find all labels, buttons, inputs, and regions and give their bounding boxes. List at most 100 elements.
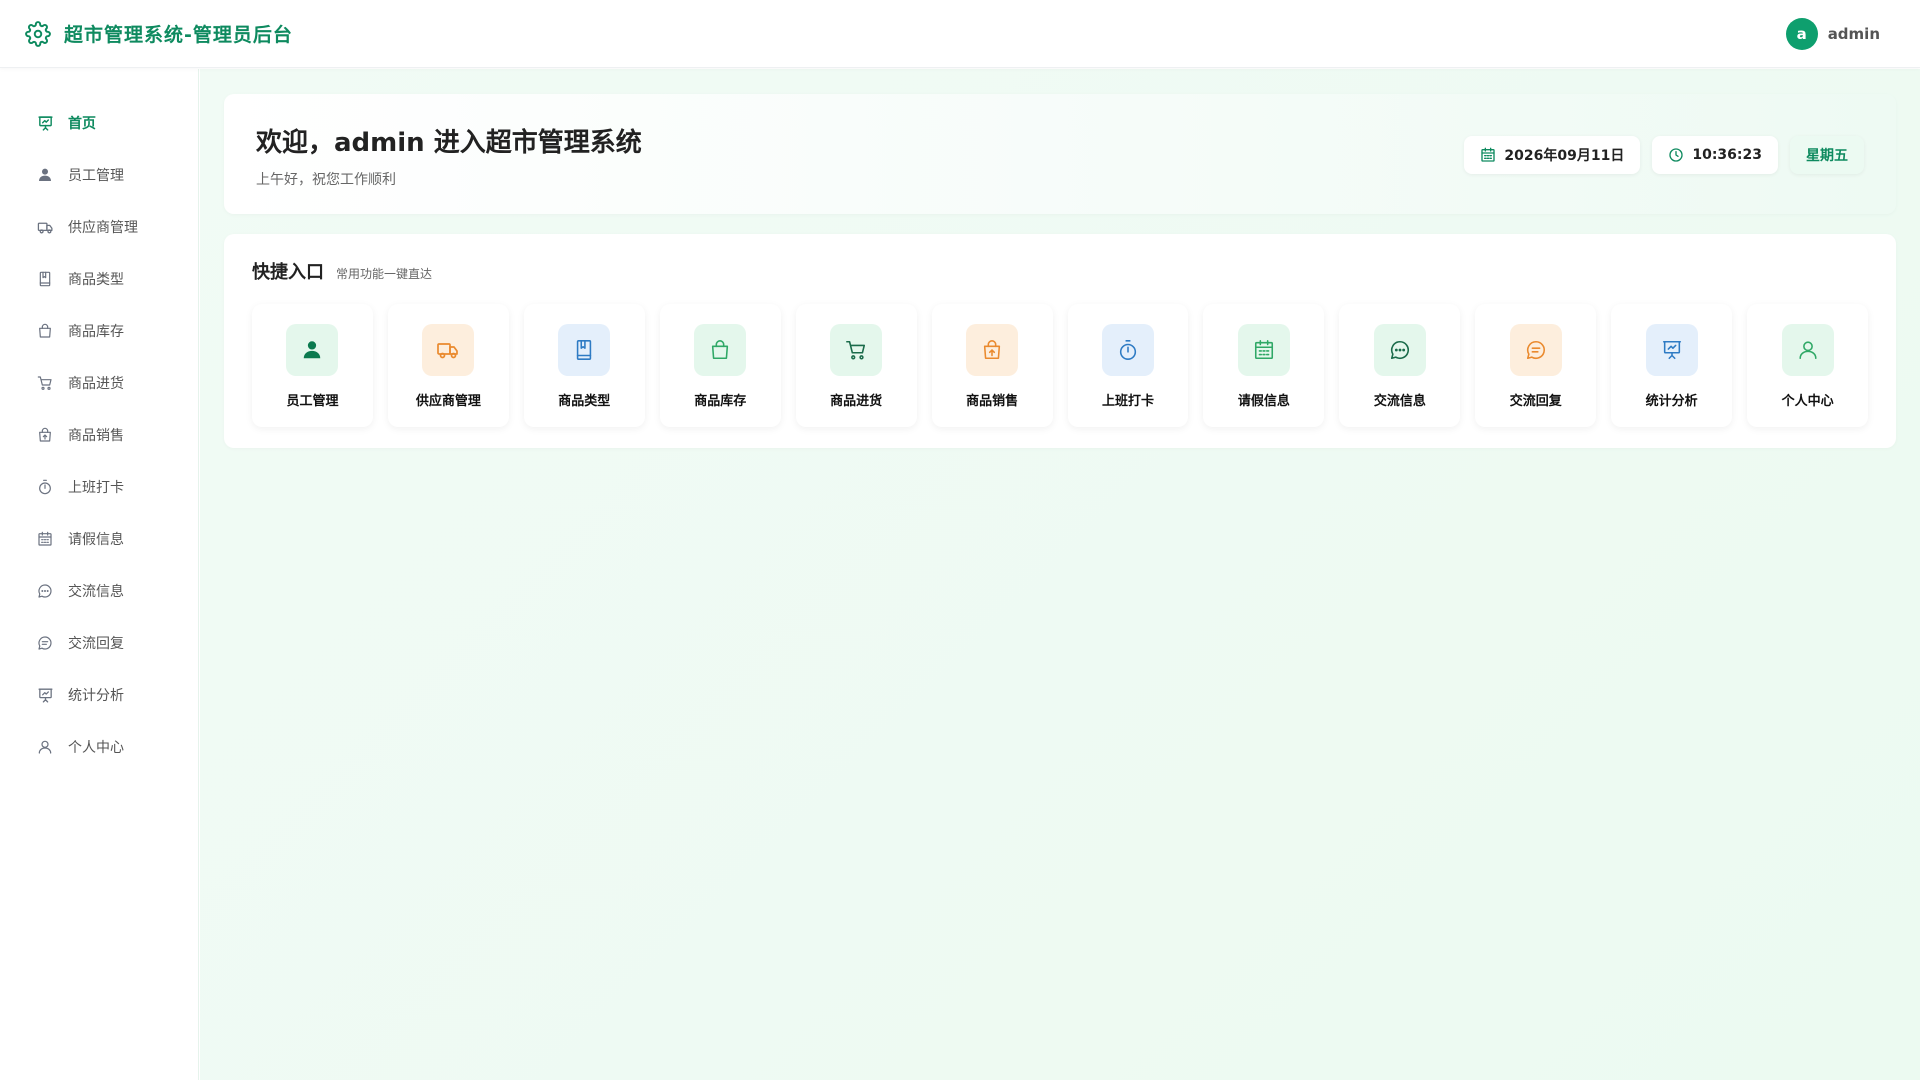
bag-arrow-icon	[36, 426, 54, 444]
app-title: 超市管理系统-管理员后台	[64, 24, 293, 46]
calendar-icon	[1480, 147, 1496, 163]
sidebar-item-label: 商品进货	[68, 376, 124, 392]
book-icon	[36, 270, 54, 288]
chat-dots-icon	[36, 582, 54, 600]
presentation-chart-icon	[1645, 324, 1698, 376]
sidebar-item-statistics[interactable]: 统计分析	[0, 669, 198, 721]
quick-access-grid: 员工管理 供应商管理 商品类型 商品库存 商品进货 商品销售 上班打卡 请假信息…	[252, 304, 1869, 427]
chat-lines-icon	[36, 634, 54, 652]
sidebar-item-purchase[interactable]: 商品进货	[0, 357, 198, 409]
quick-item-purchase[interactable]: 商品进货	[795, 304, 917, 427]
quick-item-inventory[interactable]: 商品库存	[659, 304, 781, 427]
date-pill: 2026年09月11日	[1464, 136, 1641, 174]
calendar-icon	[36, 530, 54, 548]
user-outline-icon	[1781, 324, 1834, 376]
quick-item-categories[interactable]: 商品类型	[523, 304, 645, 427]
sidebar-item-inventory[interactable]: 商品库存	[0, 305, 198, 357]
sidebar-item-staff[interactable]: 员工管理	[0, 149, 198, 201]
presentation-chart-icon	[36, 686, 54, 704]
cart-icon	[36, 374, 54, 392]
quick-item-label: 交流信息	[1373, 394, 1426, 409]
avatar[interactable]: a	[1785, 17, 1818, 50]
quick-item-statistics[interactable]: 统计分析	[1611, 304, 1733, 427]
clock-icon	[1668, 147, 1684, 163]
sidebar-item-categories[interactable]: 商品类型	[0, 253, 198, 305]
sidebar-item-leave[interactable]: 请假信息	[0, 513, 198, 565]
quick-access-title: 快捷入口	[252, 262, 324, 283]
sidebar-item-label: 请假信息	[68, 532, 124, 548]
quick-item-label: 个人中心	[1781, 394, 1834, 409]
quick-access-header: 快捷入口 常用功能一键直达	[252, 258, 1868, 284]
quick-item-leave[interactable]: 请假信息	[1203, 304, 1325, 427]
sidebar-item-label: 商品销售	[68, 428, 124, 444]
presentation-chart-icon	[36, 114, 54, 132]
stopwatch-icon	[36, 478, 54, 496]
stopwatch-icon	[1101, 324, 1154, 376]
sidebar-item-label: 员工管理	[68, 168, 124, 184]
quick-item-label: 商品库存	[694, 394, 747, 409]
sidebar-item-messages[interactable]: 交流信息	[0, 565, 198, 617]
sidebar-item-sales[interactable]: 商品销售	[0, 409, 198, 461]
sidebar: 首页 员工管理 供应商管理 商品类型 商品库存 商品进货 商品销售 上班打卡 请…	[0, 69, 199, 1080]
brand[interactable]: 超市管理系统-管理员后台	[24, 20, 293, 48]
quick-item-label: 供应商管理	[415, 394, 481, 409]
sidebar-item-label: 上班打卡	[68, 480, 124, 496]
quick-access-subtitle: 常用功能一键直达	[336, 267, 433, 281]
sidebar-item-label: 供应商管理	[68, 220, 138, 236]
sidebar-item-label: 统计分析	[68, 688, 124, 704]
bag-icon	[694, 324, 747, 376]
user-icon	[286, 324, 339, 376]
sidebar-item-label: 交流回复	[68, 636, 124, 652]
quick-item-label: 商品类型	[558, 394, 611, 409]
truck-icon	[422, 324, 475, 376]
sidebar-item-replies[interactable]: 交流回复	[0, 617, 198, 669]
sidebar-item-label: 个人中心	[68, 740, 124, 756]
quick-item-label: 商品销售	[966, 394, 1019, 409]
sidebar-item-label: 商品类型	[68, 272, 124, 288]
app-root: 超市管理系统-管理员后台 a admin 首页 员工管理 供应商管理 商品类型 …	[0, 0, 1920, 1080]
current-weekday: 星期五	[1806, 148, 1848, 164]
sidebar-item-profile[interactable]: 个人中心	[0, 721, 198, 773]
sidebar-item-label: 交流信息	[68, 584, 124, 600]
quick-access-card: 快捷入口 常用功能一键直达 员工管理 供应商管理 商品类型 商品库存 商品进货 …	[224, 234, 1896, 448]
quick-item-messages[interactable]: 交流信息	[1339, 304, 1461, 427]
sidebar-item-clock-in[interactable]: 上班打卡	[0, 461, 198, 513]
calendar-icon	[1237, 324, 1290, 376]
quick-item-label: 员工管理	[286, 394, 339, 409]
main-content: 欢迎，admin 进入超市管理系统 上午好，祝您工作顺利 2026年09月11日…	[200, 69, 1920, 1080]
bag-arrow-icon	[966, 324, 1019, 376]
quick-item-profile[interactable]: 个人中心	[1747, 304, 1869, 427]
current-date: 2026年09月11日	[1504, 148, 1625, 164]
time-pill: 10:36:23	[1652, 136, 1778, 174]
bag-icon	[36, 322, 54, 340]
quick-item-replies[interactable]: 交流回复	[1475, 304, 1597, 427]
username[interactable]: admin	[1828, 25, 1880, 43]
user-menu[interactable]: a admin	[1785, 17, 1896, 50]
top-header: 超市管理系统-管理员后台 a admin	[0, 0, 1920, 68]
user-icon	[36, 166, 54, 184]
date-time-info: 2026年09月11日 10:36:23 星期五	[1464, 136, 1864, 174]
sidebar-item-label: 商品库存	[68, 324, 124, 340]
quick-item-staff[interactable]: 员工管理	[252, 304, 373, 427]
sidebar-item-label: 首页	[68, 116, 96, 132]
quick-item-label: 商品进货	[830, 394, 883, 409]
gear-icon	[24, 20, 52, 48]
quick-item-label: 统计分析	[1645, 394, 1698, 409]
welcome-card: 欢迎，admin 进入超市管理系统 上午好，祝您工作顺利 2026年09月11日…	[224, 94, 1896, 214]
quick-item-label: 上班打卡	[1101, 394, 1154, 409]
quick-item-suppliers[interactable]: 供应商管理	[387, 304, 509, 427]
user-outline-icon	[36, 738, 54, 756]
quick-item-clock-in[interactable]: 上班打卡	[1067, 304, 1189, 427]
current-time: 10:36:23	[1692, 147, 1762, 163]
quick-item-label: 交流回复	[1509, 394, 1562, 409]
chat-lines-icon	[1509, 324, 1562, 376]
sidebar-item-home[interactable]: 首页	[0, 97, 198, 149]
cart-icon	[830, 324, 883, 376]
weekday-pill: 星期五	[1790, 136, 1864, 174]
sidebar-item-suppliers[interactable]: 供应商管理	[0, 201, 198, 253]
quick-item-label: 请假信息	[1237, 394, 1290, 409]
book-icon	[558, 324, 611, 376]
truck-icon	[36, 218, 54, 236]
chat-dots-icon	[1373, 324, 1426, 376]
quick-item-sales[interactable]: 商品销售	[931, 304, 1053, 427]
